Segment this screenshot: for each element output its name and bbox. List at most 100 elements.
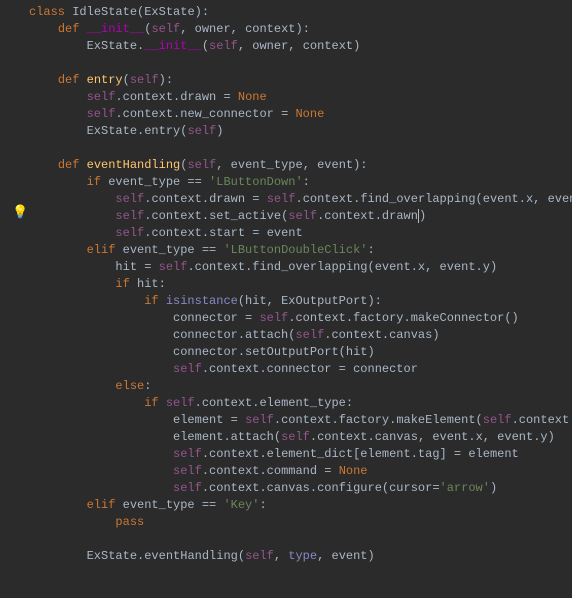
arg: event — [440, 260, 476, 274]
call: find_overlapping — [360, 192, 475, 206]
keyword: pass — [115, 515, 144, 529]
lightbulb-icon[interactable]: 💡 — [12, 204, 28, 221]
builtin: isinstance — [166, 294, 238, 308]
call: entry — [144, 124, 180, 138]
call: eventHandling — [144, 549, 238, 563]
arg: ExOutputPort — [281, 294, 367, 308]
identifier: hit — [115, 260, 137, 274]
call: set_active — [209, 209, 281, 223]
attr: canvas — [389, 328, 432, 342]
attr: element_type — [259, 396, 345, 410]
self-ref: self — [267, 192, 296, 206]
self-ref: self — [187, 124, 216, 138]
code-editor[interactable]: 💡 class IdleState(ExState): def __init__… — [0, 0, 572, 565]
self-ref: self — [151, 22, 180, 36]
identifier: ExState — [87, 39, 137, 53]
self-ref: self — [209, 39, 238, 53]
attr: context — [151, 209, 201, 223]
attr: new_connector — [180, 107, 274, 121]
param: owner — [195, 22, 231, 36]
identifier: hit — [137, 277, 159, 291]
class-name: IdleState — [72, 5, 137, 19]
self-ref: self — [173, 447, 202, 461]
string: 'Key' — [223, 498, 259, 512]
self-ref: self — [159, 260, 188, 274]
self-ref: self — [173, 362, 202, 376]
attr: x — [476, 430, 483, 444]
attr: context — [281, 413, 331, 427]
attr: context — [151, 226, 201, 240]
identifier: connector — [173, 311, 238, 325]
attr: context — [195, 260, 245, 274]
string: 'arrow' — [440, 481, 490, 495]
keyword: if — [115, 277, 129, 291]
none: None — [295, 107, 324, 121]
arg: event — [497, 430, 533, 444]
arg: event — [332, 549, 368, 563]
attr: context — [324, 209, 374, 223]
self-ref: self — [483, 413, 512, 427]
param: context — [245, 22, 295, 36]
keyword: if — [144, 294, 158, 308]
call: find_overlapping — [252, 260, 367, 274]
attr: tag — [418, 447, 440, 461]
self-ref: self — [173, 481, 202, 495]
attr: y — [540, 430, 547, 444]
attr: start — [209, 226, 245, 240]
keyword: elif — [87, 498, 116, 512]
identifier: element — [468, 447, 518, 461]
attr: context — [209, 447, 259, 461]
base-class: ExState — [144, 5, 194, 19]
attr: context — [209, 362, 259, 376]
attr: drawn — [382, 209, 418, 223]
attr: context — [202, 396, 252, 410]
self-ref: self — [87, 107, 116, 121]
arg: event — [375, 260, 411, 274]
gutter: 💡 — [0, 0, 29, 565]
identifier: connector — [173, 345, 238, 359]
arg: hit — [245, 294, 267, 308]
none: None — [238, 90, 267, 104]
arg: context — [303, 39, 353, 53]
none: None — [339, 464, 368, 478]
attr: connector — [267, 362, 332, 376]
attr: drawn — [180, 90, 216, 104]
method-eventhandling: eventHandling — [87, 158, 181, 172]
keyword: class — [29, 5, 65, 19]
string: 'LButtonDown' — [209, 175, 303, 189]
attr: drawn — [209, 192, 245, 206]
identifier: element — [173, 430, 223, 444]
attr: x — [418, 260, 425, 274]
attr: canvas — [267, 481, 310, 495]
arg: event — [432, 430, 468, 444]
identifier: connector — [173, 328, 238, 342]
call: setOutputPort — [245, 345, 339, 359]
arg: event — [483, 192, 519, 206]
keyword: def — [58, 158, 80, 172]
code-content[interactable]: class IdleState(ExState): def __init__(s… — [29, 0, 572, 565]
call: makeElement — [396, 413, 475, 427]
kwarg: cursor — [389, 481, 432, 495]
attr: factory — [339, 413, 389, 427]
method-init: __init__ — [87, 22, 145, 36]
attr: context — [331, 328, 381, 342]
self-ref: self — [173, 464, 202, 478]
self-ref: self — [115, 192, 144, 206]
builtin: type — [288, 549, 317, 563]
self-ref: self — [245, 549, 274, 563]
self-ref: self — [115, 226, 144, 240]
self-ref: self — [245, 413, 274, 427]
self-ref: self — [187, 158, 216, 172]
method-init: __init__ — [144, 39, 202, 53]
param: event — [317, 158, 353, 172]
attr: factory — [353, 311, 403, 325]
attr: canvas — [375, 430, 418, 444]
string: 'LButtonDoubleClick' — [223, 243, 367, 257]
keyword: else — [115, 379, 144, 393]
attr: context — [209, 481, 259, 495]
self-ref: self — [295, 328, 324, 342]
keyword: def — [58, 22, 80, 36]
method-entry: entry — [87, 73, 123, 87]
attr: context — [317, 430, 367, 444]
param: event_type — [231, 158, 303, 172]
